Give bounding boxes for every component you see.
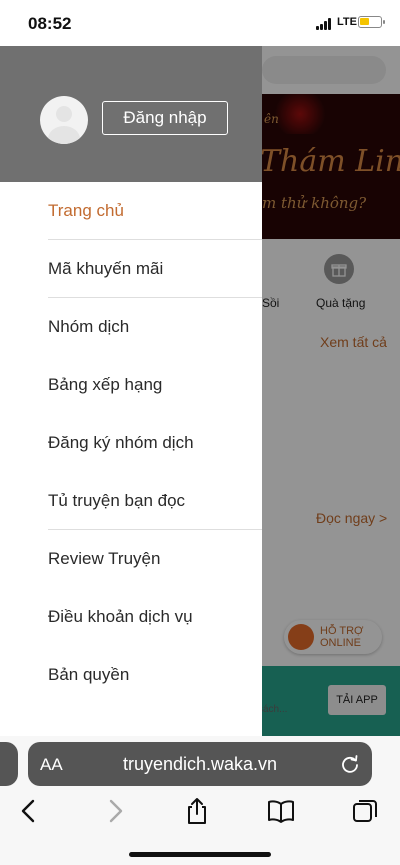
url-text[interactable]: truyendich.waka.vn xyxy=(28,754,372,775)
reload-icon[interactable] xyxy=(340,754,360,774)
menu-item-translation-groups[interactable]: Nhóm dịch xyxy=(0,298,262,356)
battery-icon xyxy=(358,16,385,28)
menu-item-reader-shelf[interactable]: Tủ truyện bạn đọc xyxy=(0,472,262,530)
menu-item-terms[interactable]: Điều khoản dịch vụ xyxy=(0,588,262,646)
menu-item-rankings[interactable]: Bảng xếp hạng xyxy=(0,356,262,414)
drawer-header: Đăng nhập xyxy=(0,46,262,182)
browser-nav-row xyxy=(0,794,400,830)
signal-icon xyxy=(316,18,334,30)
menu-item-copyright[interactable]: Bản quyền xyxy=(0,646,262,704)
previous-tab[interactable] xyxy=(0,742,18,786)
back-icon[interactable] xyxy=(14,796,44,826)
menu-item-review[interactable]: Review Truyện xyxy=(0,530,262,588)
network-label: LTE xyxy=(337,16,357,28)
tabs-icon[interactable] xyxy=(350,796,380,826)
avatar[interactable] xyxy=(40,96,88,144)
menu-item-promo-code[interactable]: Mã khuyến mãi xyxy=(0,240,262,298)
drawer-menu: Trang chủ Mã khuyến mãi Nhóm dịch Bảng x… xyxy=(0,182,262,704)
status-bar: 08:52 LTE xyxy=(0,0,400,46)
forward-icon[interactable] xyxy=(100,796,130,826)
login-button[interactable]: Đăng nhập xyxy=(102,101,228,135)
status-time: 08:52 xyxy=(28,14,72,33)
menu-item-register-group[interactable]: Đăng ký nhóm dịch xyxy=(0,414,262,472)
home-indicator xyxy=(129,852,271,857)
side-drawer: Đăng nhập Trang chủ Mã khuyến mãi Nhóm d… xyxy=(0,46,262,736)
browser-toolbar: AA truyendich.waka.vn xyxy=(0,736,400,865)
menu-item-home[interactable]: Trang chủ xyxy=(0,182,262,240)
address-bar[interactable]: AA truyendich.waka.vn xyxy=(28,742,372,786)
share-icon[interactable] xyxy=(182,796,212,826)
bookmarks-icon[interactable] xyxy=(266,796,296,826)
